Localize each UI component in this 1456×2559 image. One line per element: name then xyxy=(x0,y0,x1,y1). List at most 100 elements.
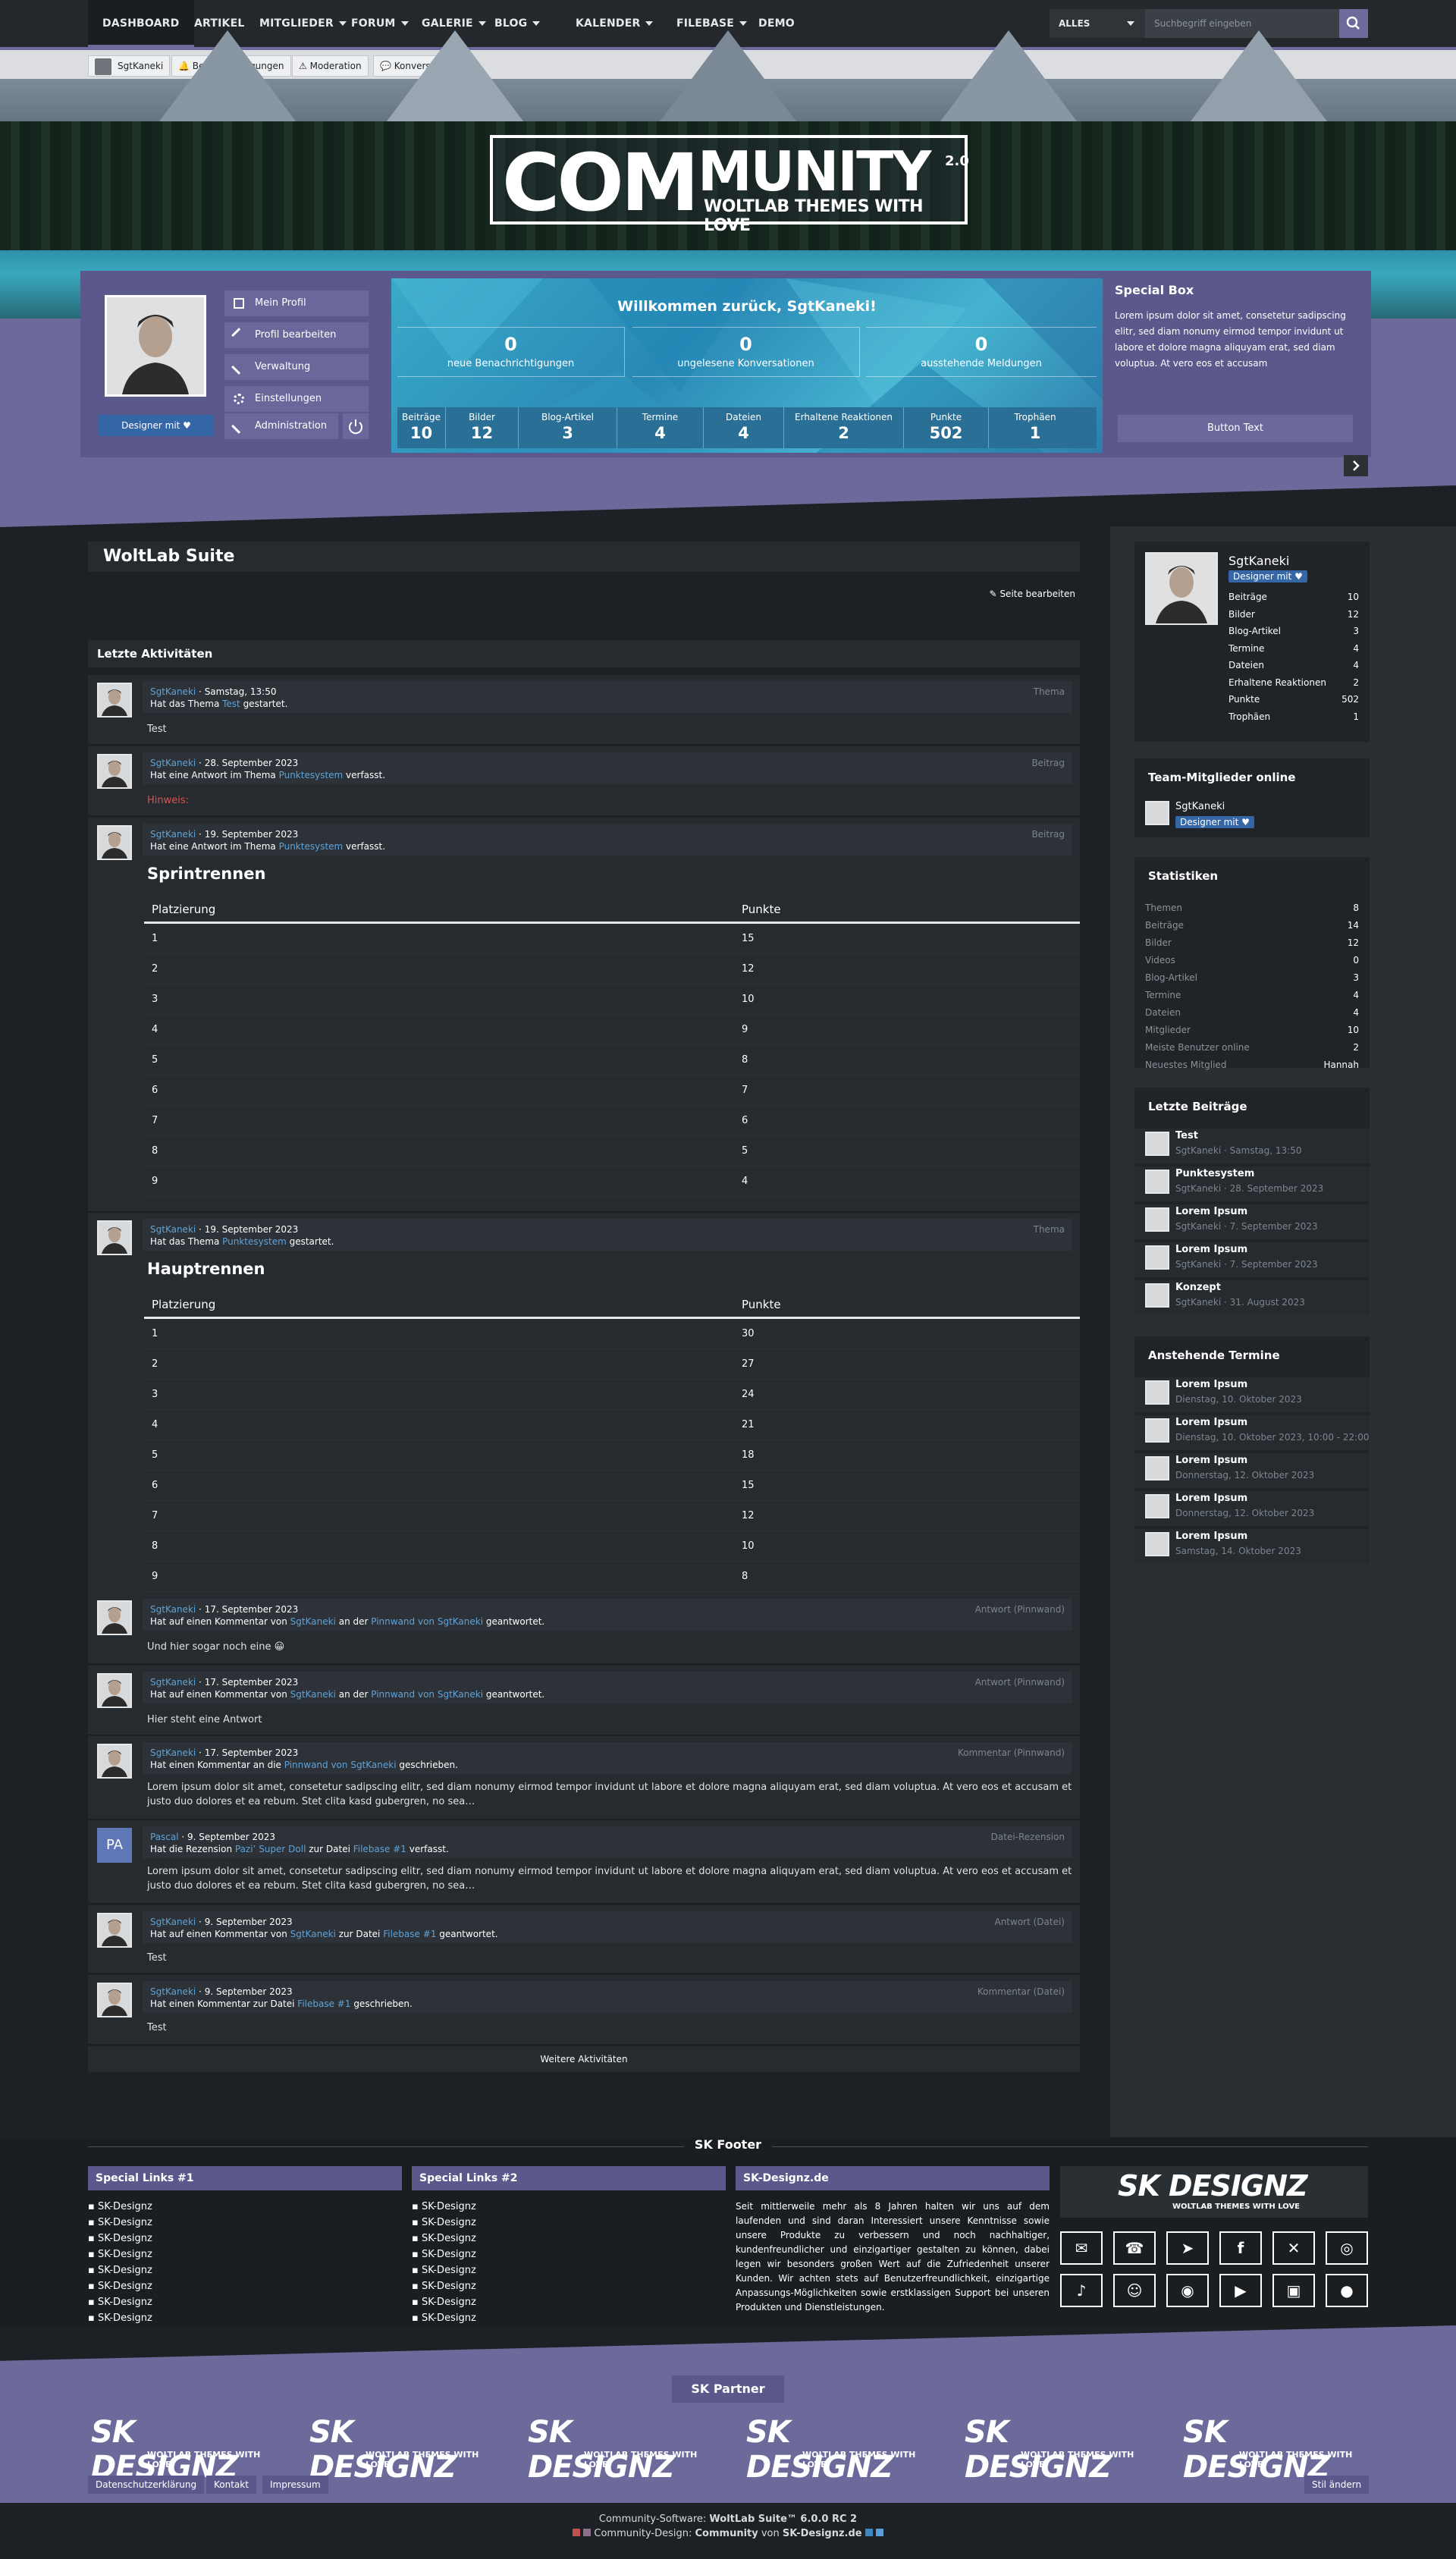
software-link[interactable]: WoltLab Suite™ 6.0.0 RC 2 xyxy=(709,2513,857,2525)
reddit-button[interactable]: ● xyxy=(1326,2274,1368,2307)
item-title[interactable]: Lorem Ipsum xyxy=(1175,1417,1247,1428)
avatar[interactable] xyxy=(97,1600,132,1635)
imprint-link[interactable]: Impressum xyxy=(262,2476,328,2494)
activity-link[interactable]: Filebase #1 xyxy=(297,1999,350,2009)
item-title[interactable]: Lorem Ipsum xyxy=(1175,1493,1247,1504)
avatar[interactable] xyxy=(97,754,132,789)
footer-link[interactable]: ▪ SK-Designz xyxy=(412,2215,726,2230)
footer-link[interactable]: ▪ SK-Designz xyxy=(88,2231,402,2246)
activity-link[interactable]: Pinnwand von SgtKaneki xyxy=(371,1689,483,1700)
footer-link[interactable]: ▪ SK-Designz xyxy=(412,2199,726,2214)
avatar[interactable] xyxy=(97,1744,132,1779)
avatar[interactable]: PA xyxy=(97,1828,132,1863)
list-item[interactable]: Punktesystem SgtKaneki · 28. September 20… xyxy=(1134,1166,1370,1201)
avatar[interactable] xyxy=(1145,552,1218,625)
item-title[interactable]: Lorem Ipsum xyxy=(1175,1531,1247,1542)
avatar[interactable] xyxy=(1145,1380,1169,1405)
avatar[interactable] xyxy=(97,1913,132,1948)
settings-link[interactable]: Einstellungen xyxy=(224,386,369,412)
my-profile-link[interactable]: Mein Profil xyxy=(224,290,369,316)
mail-button[interactable]: ✉ xyxy=(1060,2231,1103,2265)
footer-link[interactable]: ▪ SK-Designz xyxy=(88,2263,402,2278)
edit-page-button[interactable]: ✎ Seite bearbeiten xyxy=(990,589,1075,599)
reports-counter[interactable]: 0 ausstehende Meldungen xyxy=(866,327,1097,377)
member-name[interactable]: SgtKaneki xyxy=(1175,801,1225,812)
stat-1[interactable]: Bilder 12 xyxy=(446,407,519,448)
avatar[interactable] xyxy=(1145,1245,1169,1270)
activity-link[interactable]: Punktesystem xyxy=(222,1236,287,1247)
item-title[interactable]: Test xyxy=(1175,1130,1198,1141)
next-slide-button[interactable] xyxy=(1344,455,1368,476)
avatar[interactable] xyxy=(1145,1418,1169,1443)
activity-link[interactable]: Punktesystem xyxy=(279,770,344,780)
partner-logo[interactable]: SK DESIGNZ WOLTLAB THEMES WITH LOVE xyxy=(1180,2415,1370,2485)
activity-link[interactable]: Punktesystem xyxy=(279,841,344,852)
community-logo[interactable]: COM MUNITY WOLTLAB THEMES WITH LOVE 2.0 xyxy=(490,135,969,235)
partner-logo[interactable]: SK DESIGNZ WOLTLAB THEMES WITH LOVE xyxy=(525,2415,714,2485)
footer-link[interactable]: ▪ SK-Designz xyxy=(88,2311,402,2325)
activity-link[interactable]: Pinnwand von SgtKaneki xyxy=(371,1616,483,1627)
activity-user-link[interactable]: SgtKaneki xyxy=(150,686,196,697)
designer-link[interactable]: SK-Designz.de xyxy=(783,2528,862,2539)
stat-2[interactable]: Blog-Artikel 3 xyxy=(519,407,617,448)
activity-link[interactable]: SgtKaneki xyxy=(290,1689,336,1700)
edit-profile-link[interactable]: Profil bearbeiten xyxy=(224,322,369,348)
spotify-button[interactable]: ◉ xyxy=(1166,2274,1209,2307)
telegram-button[interactable]: ➤ xyxy=(1166,2231,1209,2265)
activity-user-link[interactable]: SgtKaneki xyxy=(150,1747,196,1758)
avatar[interactable] xyxy=(97,1673,132,1708)
partner-logo[interactable]: SK DESIGNZ WOLTLAB THEMES WITH LOVE xyxy=(743,2415,933,2485)
list-item[interactable]: Lorem Ipsum SgtKaneki · 7. September 2023 xyxy=(1134,1204,1370,1239)
footer-link[interactable]: ▪ SK-Designz xyxy=(412,2295,726,2309)
list-item[interactable]: Lorem Ipsum SgtKaneki · 7. September 2023 xyxy=(1134,1242,1370,1277)
user-name[interactable]: SgtKaneki xyxy=(1228,554,1289,568)
special-box-button[interactable]: Button Text xyxy=(1118,415,1353,442)
list-item[interactable]: Lorem Ipsum Samstag, 14. Oktober 2023 xyxy=(1134,1529,1370,1564)
avatar[interactable] xyxy=(97,825,132,860)
footer-link[interactable]: ▪ SK-Designz xyxy=(88,2279,402,2294)
facebook-button[interactable]: f xyxy=(1219,2231,1262,2265)
footer-link[interactable]: ▪ SK-Designz xyxy=(412,2263,726,2278)
avatar[interactable] xyxy=(1145,1456,1169,1480)
activity-user-link[interactable]: SgtKaneki xyxy=(150,1677,196,1688)
item-title[interactable]: Punktesystem xyxy=(1175,1168,1254,1179)
tiktok-button[interactable]: ♪ xyxy=(1060,2274,1103,2307)
stat-5[interactable]: Erhaltene Reaktionen 2 xyxy=(784,407,904,448)
discord-button[interactable]: ☺ xyxy=(1113,2274,1156,2307)
avatar[interactable] xyxy=(1145,1170,1169,1194)
item-title[interactable]: Lorem Ipsum xyxy=(1175,1455,1247,1466)
stat-6[interactable]: Punkte 502 xyxy=(904,407,989,448)
conversations-counter[interactable]: 0 ungelesene Konversationen xyxy=(632,327,860,377)
list-item[interactable]: Konzept SgtKaneki · 31. August 2023 xyxy=(1134,1280,1370,1315)
administration-link[interactable]: Administration xyxy=(224,413,338,439)
instagram-button[interactable]: ◎ xyxy=(1326,2231,1368,2265)
avatar[interactable] xyxy=(1145,1132,1169,1156)
avatar[interactable] xyxy=(97,1220,132,1255)
avatar[interactable] xyxy=(1145,1283,1169,1308)
footer-link[interactable]: ▪ SK-Designz xyxy=(88,2199,402,2214)
activity-link[interactable]: Test xyxy=(222,699,240,709)
activity-link[interactable]: Pazi’ Super Doll xyxy=(235,1844,306,1854)
footer-link[interactable]: ▪ SK-Designz xyxy=(88,2295,402,2309)
stat-7[interactable]: Trophäen 1 xyxy=(989,407,1081,448)
avatar[interactable] xyxy=(1145,1532,1169,1556)
manage-link[interactable]: Verwaltung xyxy=(224,354,369,380)
logout-button[interactable] xyxy=(343,413,369,439)
avatar[interactable] xyxy=(105,295,206,397)
stat-value[interactable]: Hannah xyxy=(1323,1060,1359,1070)
avatar[interactable] xyxy=(97,1983,132,2017)
activity-user-link[interactable]: SgtKaneki xyxy=(150,829,196,840)
partner-logo[interactable]: SK DESIGNZ WOLTLAB THEMES WITH LOVE xyxy=(306,2415,496,2485)
privacy-link[interactable]: Datenschutzerklärung xyxy=(88,2476,205,2494)
activity-link[interactable]: Filebase #1 xyxy=(353,1844,406,1854)
activity-link[interactable]: SgtKaneki xyxy=(290,1929,336,1939)
list-item[interactable]: Test SgtKaneki · Samstag, 13:50 xyxy=(1134,1129,1370,1163)
activity-user-link[interactable]: SgtKaneki xyxy=(150,758,196,768)
x-button[interactable]: ✕ xyxy=(1272,2231,1315,2265)
change-style-button[interactable]: Stil ändern xyxy=(1304,2476,1370,2494)
partner-logo[interactable]: SK DESIGNZ WOLTLAB THEMES WITH LOVE xyxy=(88,2415,278,2485)
footer-link[interactable]: ▪ SK-Designz xyxy=(412,2247,726,2262)
stat-3[interactable]: Termine 4 xyxy=(617,407,704,448)
twitch-button[interactable]: ▣ xyxy=(1272,2274,1315,2307)
item-title[interactable]: Konzept xyxy=(1175,1282,1221,1293)
